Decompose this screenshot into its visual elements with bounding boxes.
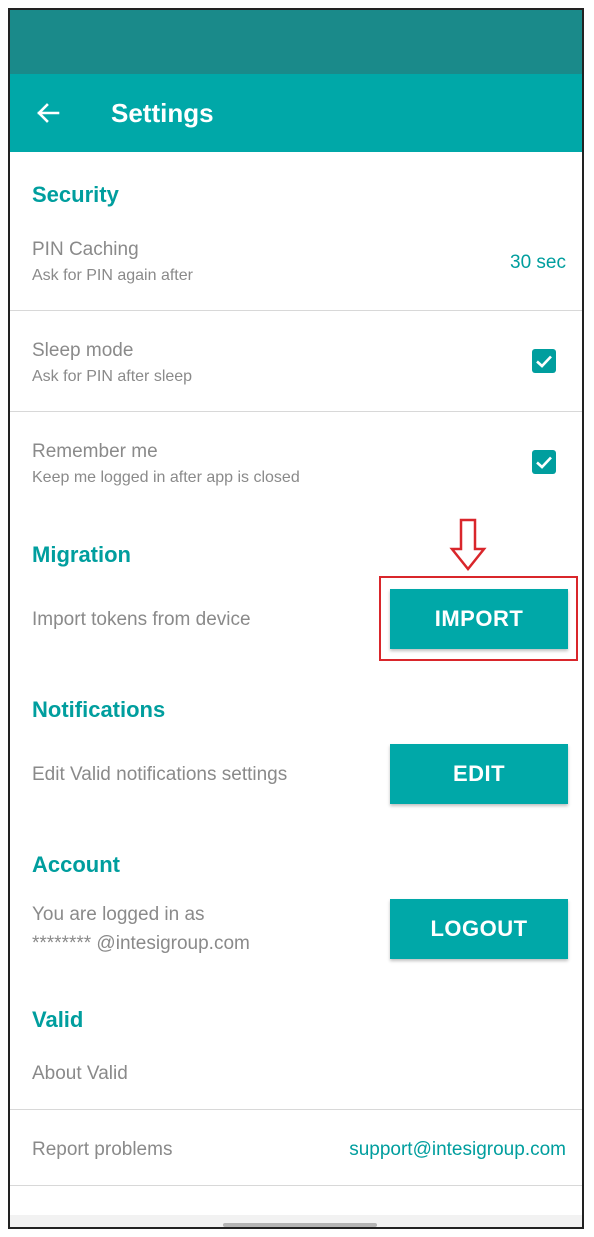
- highlight-box: [379, 576, 578, 661]
- arrow-down-icon: [449, 518, 487, 572]
- sleep-mode-title: Sleep mode: [32, 340, 134, 361]
- section-header-migration: Migration: [32, 542, 131, 567]
- import-tokens-label: Import tokens from device: [32, 609, 251, 630]
- edit-button[interactable]: EDIT: [390, 744, 568, 804]
- about-valid-item[interactable]: About Valid: [32, 1062, 128, 1086]
- phone-screen: Settings Security PIN Caching Ask for PI…: [8, 8, 584, 1229]
- support-email-link[interactable]: support@intesigroup.com: [349, 1138, 566, 1162]
- page-title: Settings: [111, 98, 214, 128]
- section-header-notifications: Notifications: [32, 697, 166, 722]
- app-bar: Settings: [10, 74, 582, 152]
- pin-caching-title: PIN Caching: [32, 239, 139, 260]
- section-header-security: Security: [32, 182, 119, 207]
- notifications-settings-label: Edit Valid notifications settings: [32, 764, 288, 785]
- status-bar: [10, 10, 582, 74]
- account-email: ******** @intesigroup.com: [32, 933, 250, 954]
- back-button[interactable]: [30, 95, 66, 131]
- checkmark-icon: [536, 456, 552, 469]
- section-header-account: Account: [32, 852, 120, 877]
- logout-button[interactable]: LOGOUT: [390, 899, 568, 959]
- gesture-handle[interactable]: [223, 1223, 377, 1227]
- arrow-left-icon: [37, 103, 60, 123]
- sleep-mode-checkbox[interactable]: [532, 349, 556, 373]
- remember-me-title: Remember me: [32, 441, 158, 462]
- remember-me-subtitle: Keep me logged in after app is closed: [32, 469, 300, 486]
- divider: [10, 310, 582, 311]
- logged-in-label: You are logged in as: [32, 904, 205, 925]
- sleep-mode-subtitle: Ask for PIN after sleep: [32, 368, 193, 385]
- checkmark-icon: [536, 355, 552, 368]
- section-header-valid: Valid: [32, 1007, 84, 1032]
- pin-caching-value[interactable]: 30 sec: [510, 251, 566, 275]
- divider: [10, 1185, 582, 1186]
- remember-me-checkbox[interactable]: [532, 450, 556, 474]
- report-problems-label: Report problems: [32, 1139, 173, 1160]
- divider: [10, 1109, 582, 1110]
- divider: [10, 411, 582, 412]
- pin-caching-subtitle: Ask for PIN again after: [32, 267, 193, 284]
